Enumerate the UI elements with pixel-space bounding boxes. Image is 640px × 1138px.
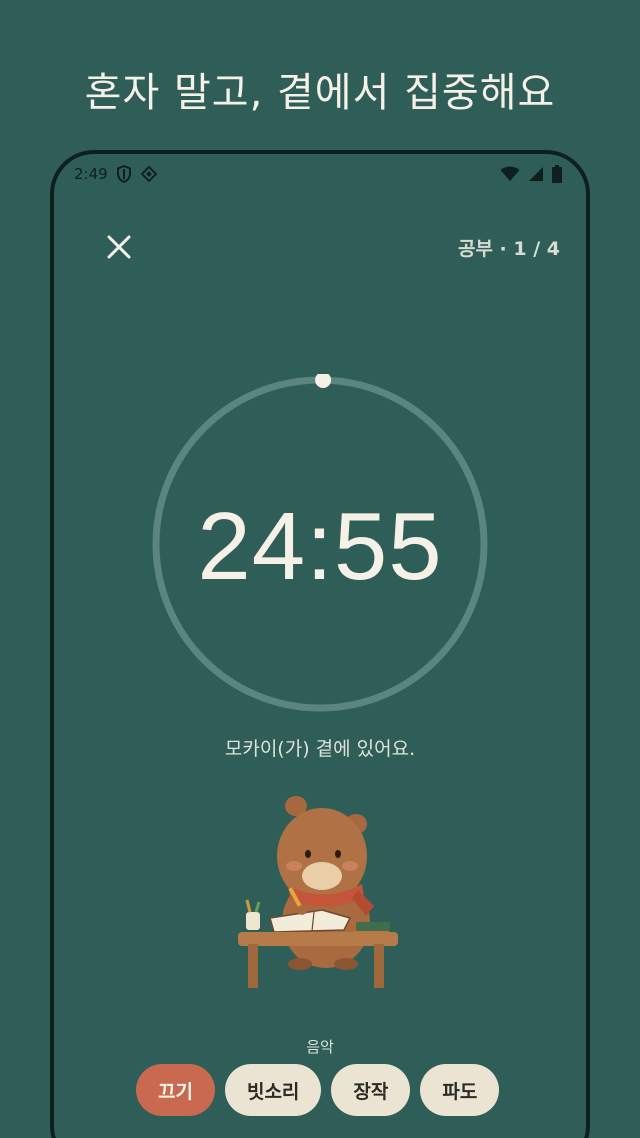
close-icon[interactable] — [104, 232, 134, 262]
shield-icon — [116, 165, 131, 183]
music-options: 끄기 빗소리 장작 파도 — [136, 1064, 500, 1116]
music-option-rain[interactable]: 빗소리 — [224, 1064, 322, 1116]
session-label: 공부 · 1 / 4 — [457, 238, 560, 260]
app-screen: 혼자 말고, 곁에서 집중해요 2:49 공부 · 1 / 4 24:55 모카… — [0, 0, 640, 1138]
capybara-studying-illustration — [238, 796, 398, 988]
music-option-fire[interactable]: 장작 — [331, 1064, 411, 1116]
timer-display: 24:55 — [197, 493, 443, 600]
status-bar: 2:49 — [74, 160, 562, 188]
progress-knob — [315, 374, 332, 389]
companion-status-text: 모카이(가) 곁에 있어요. — [224, 738, 416, 760]
promo-headline: 혼자 말고, 곁에서 집중해요 — [84, 70, 556, 116]
signal-icon — [529, 167, 543, 181]
wifi-icon — [500, 166, 520, 181]
music-option-waves[interactable]: 파도 — [420, 1064, 500, 1116]
music-label: 음악 — [306, 1038, 334, 1056]
music-option-off[interactable]: 끄기 — [136, 1064, 215, 1116]
diamond-grid-icon — [140, 165, 158, 183]
status-time: 2:49 — [74, 165, 108, 183]
battery-icon — [552, 165, 562, 183]
phone-frame: 2:49 공부 · 1 / 4 24:55 모카이(가) 곁에 있어요. 음악 … — [50, 150, 590, 1138]
